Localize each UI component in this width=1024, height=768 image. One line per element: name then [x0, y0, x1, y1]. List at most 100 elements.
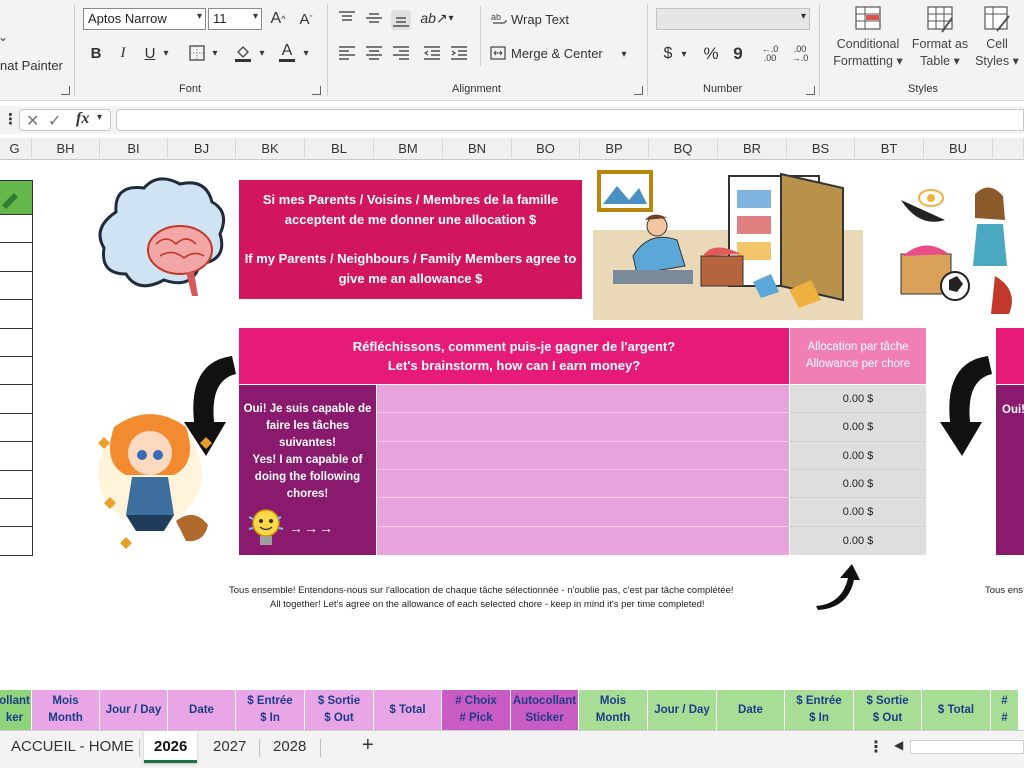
chevron-down-icon[interactable]: ▾ — [97, 112, 102, 123]
underline-button[interactable]: U — [140, 42, 160, 64]
align-middle-icon[interactable] — [364, 8, 384, 28]
number-launcher-icon[interactable] — [806, 86, 815, 95]
column-header[interactable]: BK — [236, 138, 305, 160]
allocation-cell[interactable]: 0.00 $ — [790, 385, 926, 414]
chore-row[interactable] — [377, 527, 789, 555]
cell-styles-button[interactable]: Cell Styles ▾ — [970, 4, 1024, 70]
ledger-header-cell[interactable]: Date — [168, 690, 236, 730]
fill-color-icon[interactable] — [232, 42, 254, 64]
ledger-header-cell[interactable]: ollant ker — [0, 690, 32, 730]
comma-style-button[interactable]: 9 — [730, 43, 746, 65]
currency-button[interactable]: $ — [660, 43, 676, 65]
scroll-left-icon[interactable]: ◀ — [894, 738, 903, 752]
allocation-cell[interactable]: 0.00 $ — [790, 498, 926, 527]
clipboard-launcher-icon[interactable] — [61, 86, 70, 95]
ledger-header-cell[interactable]: # Choix # Pick — [442, 690, 511, 730]
horizontal-scrollbar[interactable] — [910, 740, 1024, 754]
ledger-header-cell[interactable]: $ Total — [922, 690, 991, 730]
number-format-combo[interactable]: ▾ — [656, 8, 810, 30]
font-color-icon[interactable]: A — [276, 40, 298, 64]
check-icon[interactable]: ✓ — [48, 111, 61, 131]
alignment-launcher-icon[interactable] — [634, 86, 643, 95]
decrease-font-icon[interactable]: Aˇ — [296, 8, 316, 30]
chevron-down-icon[interactable]: ▾ — [160, 42, 172, 64]
tab-2027[interactable]: 2027 — [203, 731, 256, 763]
column-header[interactable]: BU — [924, 138, 993, 160]
wrap-text-icon[interactable]: ab — [490, 10, 508, 28]
ledger-header-cell[interactable]: Autocollant Sticker — [511, 690, 579, 730]
chore-entry-area[interactable] — [377, 385, 789, 555]
align-center-icon[interactable] — [364, 43, 384, 63]
orientation-icon[interactable]: ab↗ — [420, 8, 447, 28]
increase-font-icon[interactable]: A ^ — [268, 8, 288, 30]
column-header[interactable]: BS — [787, 138, 855, 160]
ledger-header-cell[interactable]: Mois Month — [32, 690, 100, 730]
column-header[interactable]: BT — [855, 138, 924, 160]
borders-icon[interactable] — [186, 42, 208, 64]
format-painter-button[interactable]: nat Painter — [0, 58, 63, 73]
decrease-indent-icon[interactable] — [422, 43, 442, 63]
add-sheet-button[interactable]: + — [362, 734, 374, 757]
conditional-formatting-button[interactable]: Conditional Formatting ▾ — [828, 4, 908, 70]
allocation-cell[interactable]: 0.00 $ — [790, 442, 926, 470]
column-header[interactable]: BM — [374, 138, 443, 160]
format-as-table-button[interactable]: Format as Table ▾ — [906, 4, 974, 70]
chevron-down-icon[interactable]: ▾ — [300, 42, 312, 64]
tab-2026[interactable]: 2026 — [144, 731, 198, 763]
chore-row[interactable] — [377, 442, 789, 470]
align-top-icon[interactable] — [337, 8, 357, 28]
font-size-combo[interactable]: 11 ▾ — [208, 8, 262, 30]
ledger-header-cell[interactable]: Jour / Day — [648, 690, 717, 730]
chore-row[interactable] — [377, 470, 789, 499]
column-header[interactable]: BI — [100, 138, 168, 160]
column-header[interactable]: BO — [512, 138, 580, 160]
insert-function-button[interactable]: fx — [76, 110, 89, 128]
allocation-cell[interactable]: 0.00 $ — [790, 413, 926, 442]
italic-button[interactable]: I — [113, 42, 133, 64]
formula-input[interactable] — [116, 109, 1024, 131]
column-header[interactable]: BL — [305, 138, 374, 160]
ledger-header-cell[interactable]: # # — [991, 690, 1019, 730]
tab-2028[interactable]: 2028 — [263, 731, 316, 763]
ledger-header-cell[interactable]: $ Total — [374, 690, 442, 730]
column-header[interactable]: BJ — [168, 138, 236, 160]
column-header[interactable]: BP — [580, 138, 649, 160]
ledger-header-cell[interactable]: $ Sortie $ Out — [854, 690, 922, 730]
align-bottom-icon[interactable] — [391, 10, 411, 30]
column-header[interactable]: BR — [718, 138, 787, 160]
column-header-partial[interactable] — [993, 138, 1024, 160]
ledger-header-cell[interactable]: Mois Month — [579, 690, 648, 730]
chevron-down-icon[interactable]: ▾ — [618, 44, 630, 64]
chevron-down-icon[interactable]: ▾ — [209, 42, 221, 64]
ledger-header-cell[interactable]: $ Entrée $ In — [785, 690, 854, 730]
increase-indent-icon[interactable] — [449, 43, 469, 63]
chevron-down-icon[interactable]: ▾ — [256, 42, 268, 64]
column-header[interactable]: BH — [32, 138, 100, 160]
column-header[interactable]: BN — [443, 138, 512, 160]
align-left-icon[interactable] — [337, 43, 357, 63]
allocation-cell[interactable]: 0.00 $ — [790, 527, 926, 555]
bold-button[interactable]: B — [86, 42, 106, 64]
wrap-text-button[interactable]: Wrap Text — [511, 12, 569, 27]
chore-row[interactable] — [377, 498, 789, 527]
decrease-decimal-button[interactable]: .00 →.0 — [786, 43, 814, 65]
chevron-down-icon[interactable]: ▾ — [445, 8, 457, 28]
column-header[interactable]: G — [0, 138, 32, 160]
increase-decimal-button[interactable]: ←.0 .00 — [756, 43, 784, 65]
chevron-down-icon[interactable]: ⌄ — [0, 30, 8, 44]
ledger-header-cell[interactable]: $ Entrée $ In — [236, 690, 305, 730]
ledger-header-cell[interactable]: Jour / Day — [100, 690, 168, 730]
chore-row[interactable] — [377, 385, 789, 414]
font-name-combo[interactable]: Aptos Narrow ▾ — [83, 8, 206, 30]
worksheet[interactable]: Si mes Parents / Voisins / Membres de la… — [0, 160, 1024, 730]
merge-center-button[interactable]: Merge & Center — [511, 46, 603, 61]
chevron-down-icon[interactable]: ▾ — [678, 43, 690, 65]
allocation-cell[interactable]: 0.00 $ — [790, 470, 926, 499]
ledger-header-cell[interactable]: $ Sortie $ Out — [305, 690, 374, 730]
align-right-icon[interactable] — [391, 43, 411, 63]
font-launcher-icon[interactable] — [312, 86, 321, 95]
more-options-icon[interactable]: ⋮ — [868, 737, 884, 757]
tab-accueil-home[interactable]: ACCUEIL - HOME — [1, 731, 144, 763]
column-header[interactable]: BQ — [649, 138, 718, 160]
ledger-header-cell[interactable]: Date — [717, 690, 785, 730]
